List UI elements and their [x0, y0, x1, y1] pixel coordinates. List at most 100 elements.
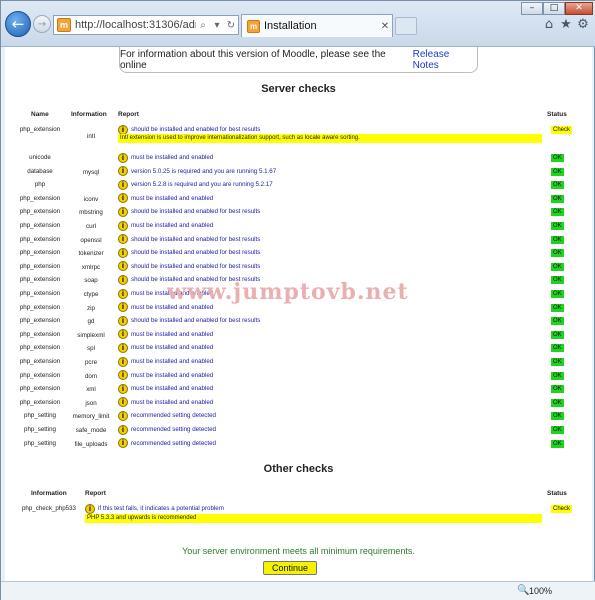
status-badge: OK	[551, 439, 564, 448]
warning-icon: i	[118, 247, 128, 258]
check-name: php_setting	[24, 439, 56, 447]
table-row: php_extension mbstring i should be installe…	[5, 205, 592, 219]
table-row: php_extension gd i should be installed and …	[5, 314, 592, 328]
favorites-star-icon[interactable]: ★	[559, 18, 573, 32]
close-window-button[interactable]: ✕	[565, 2, 593, 15]
status-badge: OK	[551, 222, 564, 230]
maximize-button[interactable]: □	[543, 2, 565, 15]
gear-icon[interactable]: ⚙	[576, 18, 590, 32]
status-badge: OK	[551, 330, 564, 339]
check-report: i should be installed and enabled for bes…	[118, 234, 260, 245]
search-icon[interactable]: ⌕	[196, 20, 210, 31]
status-badge: OK	[551, 385, 564, 394]
check-information: curl	[86, 223, 96, 230]
check-report-text: must be installed and enabled	[131, 330, 214, 338]
status-badge: OK	[551, 290, 564, 298]
check-information: memory_limit	[72, 413, 110, 421]
check-report: i must be installed and enabled	[118, 356, 213, 367]
forward-button[interactable]: →	[33, 15, 51, 33]
close-tab-icon[interactable]: ✕	[378, 21, 392, 32]
address-bar[interactable]: m http://localhost:31306/admin/ind ⌕ ▾ ↻	[53, 15, 239, 35]
check-report: i must be installed and enabled	[118, 329, 213, 340]
check-report-text: recommended setting detected	[131, 439, 216, 447]
table-row: php_extension json i must be installed and …	[5, 396, 592, 410]
header-status: Status	[547, 111, 567, 118]
status-badge: OK	[551, 194, 564, 203]
warning-icon: i	[118, 342, 128, 353]
check-information: xml	[86, 386, 96, 394]
check-report: i version 5.2.8 is required and you are r…	[118, 179, 273, 190]
moodle-favicon-icon: m	[57, 18, 71, 32]
check-name: php_extension	[19, 371, 61, 379]
check-name: php	[34, 181, 46, 189]
address-url[interactable]: http://localhost:31306/admin/ind	[75, 19, 196, 31]
home-icon[interactable]: ⌂	[542, 18, 556, 32]
check-information: spl	[87, 345, 95, 353]
check-report-text: must be installed and enabled	[131, 154, 214, 161]
table-row: php i version 5.2.8 is required and you ar…	[5, 178, 592, 192]
other-header-information: Information	[31, 490, 67, 497]
check-name: php_extension	[19, 290, 61, 297]
check-name: php_extension	[19, 358, 61, 365]
check-name: php_extension	[19, 222, 61, 229]
check-name: php_extension	[19, 262, 61, 270]
check-information: gd	[87, 318, 95, 326]
check-name: database	[27, 167, 53, 175]
browser-window: ← → m http://localhost:31306/admin/ind ⌕…	[0, 0, 595, 600]
warning-icon: i	[118, 410, 128, 421]
header-name: Name	[31, 111, 49, 118]
check-name: php_extension	[19, 276, 61, 284]
check-information: soap	[84, 277, 98, 285]
check-report-text: should be installed and enabled for best…	[131, 317, 261, 325]
table-row: php_extension openssl i should be installed…	[5, 233, 592, 247]
new-tab-button[interactable]	[395, 17, 417, 35]
check-report: i should be installed and enabled for bes…	[118, 247, 260, 258]
check-report-text: must be installed and enabled	[131, 385, 214, 393]
check-report: i should be installed and enabled for bes…	[118, 315, 260, 326]
table-row: php_extension xml i must be installed and e…	[5, 382, 592, 396]
check-information: dom	[84, 372, 98, 380]
check-report: i must be installed and enabled	[118, 193, 213, 204]
zoom-icon[interactable]: 🔍	[517, 585, 529, 596]
check-report: i must be installed and enabled	[118, 370, 213, 381]
dropdown-arrow-icon[interactable]: ▾	[210, 20, 224, 31]
check-information: json	[85, 399, 97, 407]
check-report-text: should be installed and enabled for best…	[131, 235, 261, 243]
tab-title: Installation	[264, 20, 317, 32]
back-button[interactable]: ←	[5, 11, 31, 37]
check-report-text: must be installed and enabled	[131, 222, 214, 229]
check-report: i recommended setting detected	[118, 424, 216, 435]
check-name: php_extension	[19, 398, 61, 406]
refresh-icon[interactable]: ↻	[224, 20, 238, 31]
table-row: php_setting file_uploads i recommended sett…	[5, 437, 592, 451]
check-report-text: version 5.2.8 is required and you are ru…	[131, 181, 273, 189]
minimize-button[interactable]: –	[521, 2, 543, 15]
status-badge: OK	[551, 235, 564, 244]
browser-toolbar: ← → m http://localhost:31306/admin/ind ⌕…	[1, 1, 595, 47]
check-information: openssl	[80, 236, 102, 244]
check-report-text: must be installed and enabled	[131, 344, 214, 352]
check-report: i must be installed and enabled	[118, 152, 213, 163]
check-report: i recommended setting detected	[118, 438, 216, 449]
check-report-text: version 5.0.25 is required and you are r…	[131, 167, 277, 175]
warning-icon: i	[118, 274, 128, 285]
warning-icon: i	[118, 124, 128, 135]
status-badge: OK	[551, 249, 564, 258]
tab-installation[interactable]: m Installation ✕	[241, 14, 393, 37]
check-note: PHP 5.3.3 and upwards is recommended	[85, 514, 542, 523]
status-badge: OK	[551, 303, 564, 312]
check-name: php_extension	[19, 126, 61, 133]
status-badge: OK	[551, 208, 564, 217]
zoom-level[interactable]: 100%	[529, 586, 552, 596]
check-information: intl	[87, 133, 95, 140]
check-report: i must be installed and enabled	[118, 220, 213, 231]
header-information: Information	[71, 111, 107, 118]
warning-icon: i	[118, 370, 128, 381]
continue-button[interactable]: Continue	[263, 561, 317, 575]
status-badge: Check	[551, 505, 573, 513]
table-row: database mysql i version 5.0.25 is required…	[5, 165, 592, 179]
release-notes-link[interactable]: Release Notes	[413, 49, 477, 71]
check-report-text: must be installed and enabled	[131, 358, 214, 365]
check-report: i if this test fails, it indicates a pot…	[85, 503, 224, 514]
check-name: php_extension	[19, 249, 61, 257]
